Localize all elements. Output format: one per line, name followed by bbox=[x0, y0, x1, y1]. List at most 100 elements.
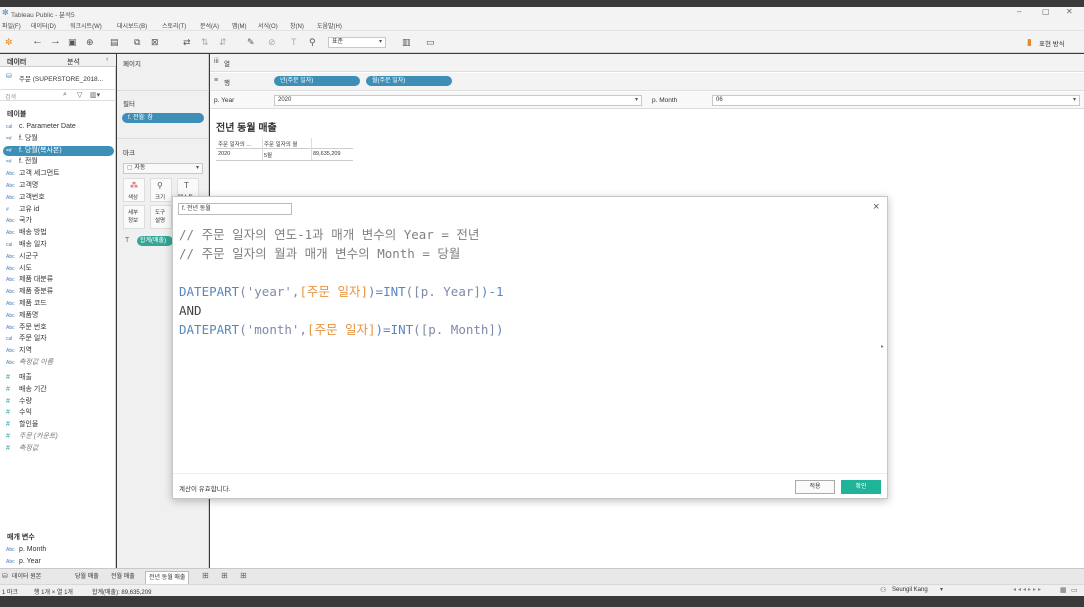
undo-icon[interactable]: ← bbox=[32, 36, 43, 47]
p-year-select[interactable]: 2020 ▾ bbox=[274, 95, 642, 106]
field-item[interactable]: cal 주문 일자 bbox=[6, 334, 47, 344]
mark-type-select[interactable]: ▢ 자동 ▾ bbox=[123, 163, 203, 174]
add-datasource-icon[interactable]: ⊕ bbox=[86, 37, 94, 47]
maximize-icon[interactable]: ▢ bbox=[1042, 7, 1050, 16]
field-item[interactable]: Abc 고객명 bbox=[6, 181, 38, 191]
field-item[interactable]: # 수량 bbox=[6, 397, 32, 407]
show-me-icon[interactable]: ▮ bbox=[1027, 37, 1032, 47]
field-item[interactable]: Abc 시군구 bbox=[6, 252, 38, 262]
pin-icon[interactable]: ⚲ bbox=[309, 37, 316, 47]
menu-story[interactable]: 스토리(T) bbox=[162, 21, 186, 30]
swap-icon[interactable]: ⇄ bbox=[183, 37, 191, 47]
group-icon[interactable]: ⊘ bbox=[268, 37, 276, 47]
tab-analysis[interactable]: 분석 bbox=[67, 57, 80, 67]
filter-pill[interactable]: f. 전월: 참 bbox=[122, 113, 204, 123]
formula-editor[interactable]: // 주문 일자의 연도-1과 매개 변수의 Year = 전년 // 주문 일… bbox=[179, 225, 879, 465]
field-item[interactable]: # 매출 bbox=[6, 373, 32, 383]
datasource-name[interactable]: 주문 (SUPERSTORE_2018... bbox=[19, 73, 103, 83]
menu-help[interactable]: 도움말(H) bbox=[317, 21, 342, 30]
rows-pill-month[interactable]: 월(주문 일자) bbox=[366, 76, 452, 86]
new-sheet-icon[interactable]: ▤ bbox=[110, 37, 119, 47]
filmstrip-icon[interactable]: ▭ bbox=[1071, 586, 1078, 594]
tab-datasource[interactable]: 데이터 원본 bbox=[9, 571, 44, 584]
presentation-icon[interactable]: ▭ bbox=[426, 37, 435, 47]
labels-icon[interactable]: T bbox=[291, 37, 297, 47]
field-item[interactable]: Abc 지역 bbox=[6, 346, 32, 356]
close-icon[interactable]: × bbox=[873, 201, 879, 213]
menu-analysis[interactable]: 분석(A) bbox=[200, 21, 219, 30]
field-item[interactable]: Abc 주문 번호 bbox=[6, 323, 47, 333]
columns-shelf[interactable]: iii 열 bbox=[210, 54, 1084, 72]
field-item[interactable]: Abc 제품명 bbox=[6, 311, 38, 321]
field-item[interactable]: cal 배송 일자 bbox=[6, 240, 47, 250]
minimize-icon[interactable]: – bbox=[1017, 7, 1021, 16]
fit-select[interactable]: 표준 ▾ bbox=[328, 37, 386, 48]
collapse-icon[interactable]: ‹ bbox=[106, 56, 108, 63]
field-item[interactable]: # 주문 (카운트) bbox=[6, 432, 58, 442]
show-me-button[interactable]: 표현 방식 bbox=[1039, 38, 1065, 48]
p-month-select[interactable]: 06 ▾ bbox=[712, 95, 1080, 106]
field-item[interactable]: # 측정값 bbox=[6, 444, 38, 454]
field-item[interactable]: =# f. 당월(복사본) bbox=[3, 145, 114, 156]
close-window-icon[interactable]: ✕ bbox=[1066, 7, 1073, 16]
filter-icon[interactable]: ▽ bbox=[77, 91, 82, 99]
size-button[interactable]: ⚲ 크기 bbox=[150, 178, 172, 202]
menu-dashboard[interactable]: 대시보드(B) bbox=[117, 21, 147, 30]
field-item[interactable]: Abc 고객 세그먼트 bbox=[6, 169, 60, 179]
sheet-nav-icons[interactable]: ◂◂◂▸▸▸ bbox=[1013, 586, 1043, 593]
duplicate-sheet-icon[interactable]: ⧉ bbox=[134, 37, 140, 47]
field-item[interactable]: Abc 국가 bbox=[6, 216, 32, 226]
detail-button[interactable]: 세부 정보 bbox=[123, 205, 145, 229]
highlight-icon[interactable]: ✎ bbox=[247, 37, 255, 47]
view-options-icon[interactable]: ▥▾ bbox=[90, 91, 100, 99]
ok-button[interactable]: 확인 bbox=[841, 480, 881, 494]
field-item[interactable]: Abc 제품 대분류 bbox=[6, 275, 53, 285]
tab-data[interactable]: 데이터 bbox=[7, 57, 26, 67]
menu-data[interactable]: 데이터(D) bbox=[31, 21, 56, 30]
grid-view-icon[interactable]: ▦ bbox=[1060, 586, 1067, 594]
field-item[interactable]: Abc 제품 중분류 bbox=[6, 287, 53, 297]
search-icon[interactable]: ⌕ bbox=[63, 91, 67, 99]
field-item[interactable]: =# f. 전월 bbox=[6, 157, 38, 167]
field-item[interactable]: Abc p. Month bbox=[6, 545, 46, 555]
tab-prev-month-sales[interactable]: 전월 매출 bbox=[108, 571, 138, 584]
search-input[interactable]: 검색 bbox=[5, 92, 16, 101]
menu-map[interactable]: 맵(M) bbox=[232, 21, 247, 30]
field-item[interactable]: # 수익 bbox=[6, 408, 32, 418]
tooltip-button[interactable]: 도구 설명 bbox=[150, 205, 172, 229]
field-item[interactable]: Abc 고객번호 bbox=[6, 193, 45, 203]
marks-pill[interactable]: 합계(매출) bbox=[137, 236, 173, 246]
sort-asc-icon[interactable]: ⇅ bbox=[201, 37, 209, 47]
field-item[interactable]: Abc 배송 방법 bbox=[6, 228, 47, 238]
menu-file[interactable]: 파일(F) bbox=[2, 21, 21, 30]
tab-current-month-sales[interactable]: 당월 매출 bbox=[72, 571, 102, 584]
field-item[interactable]: Abc p. Year bbox=[6, 557, 41, 567]
sort-desc-icon[interactable]: ⇵ bbox=[219, 37, 227, 47]
menu-format[interactable]: 서식(O) bbox=[258, 21, 278, 30]
redo-icon[interactable]: → bbox=[50, 36, 61, 47]
user-menu-chevron-icon[interactable]: ▾ bbox=[940, 586, 943, 593]
apply-button[interactable]: 적용 bbox=[795, 480, 835, 494]
color-button[interactable]: ⁂ 색상 bbox=[123, 178, 145, 202]
menu-worksheet[interactable]: 워크시트(W) bbox=[70, 21, 102, 30]
calc-name-input[interactable]: f. 전년 동월 bbox=[178, 203, 292, 215]
rows-shelf[interactable]: ≡ 행 년(주문 일자) 월(주문 일자) bbox=[210, 73, 1084, 91]
tab-yoy-month-sales[interactable]: 전년 동월 매출 bbox=[145, 571, 190, 584]
field-item[interactable]: cal c. Parameter Date bbox=[6, 122, 76, 132]
save-icon[interactable]: ▣ bbox=[68, 37, 77, 47]
field-item[interactable]: Abc 제품 코드 bbox=[6, 299, 47, 309]
field-item[interactable]: Abc 시도 bbox=[6, 264, 32, 274]
new-worksheet-icon[interactable]: ⊞ bbox=[202, 571, 209, 580]
new-story-icon[interactable]: ⊞ bbox=[240, 571, 247, 580]
rows-pill-year[interactable]: 년(주문 일자) bbox=[274, 76, 360, 86]
field-item[interactable]: # 배송 기간 bbox=[6, 385, 47, 395]
field-item[interactable]: =# f. 당월 bbox=[6, 134, 38, 144]
tableau-home-icon[interactable]: ✼ bbox=[5, 37, 13, 47]
field-item[interactable]: # 고유 id bbox=[6, 205, 39, 215]
expand-arrow-icon[interactable]: ▸ bbox=[881, 343, 884, 350]
new-dashboard-icon[interactable]: ⊞ bbox=[221, 571, 228, 580]
show-cards-icon[interactable]: ▥ bbox=[402, 37, 411, 47]
menu-window[interactable]: 창(N) bbox=[290, 21, 304, 30]
clear-sheet-icon[interactable]: ⊠ bbox=[151, 37, 159, 47]
field-item[interactable]: # 할인율 bbox=[6, 420, 38, 430]
